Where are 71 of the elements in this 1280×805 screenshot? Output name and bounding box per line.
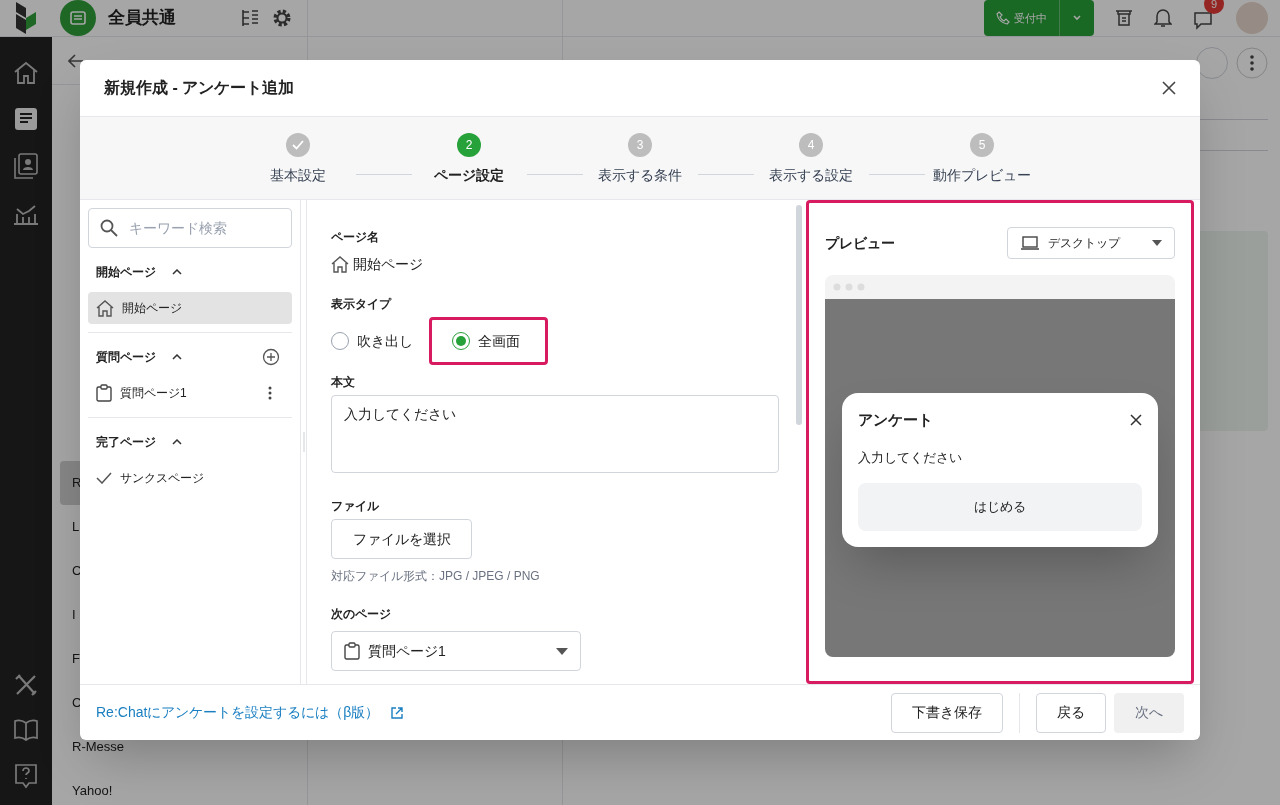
step-number: 5: [970, 133, 994, 157]
step-number: 3: [628, 133, 652, 157]
tree-icon[interactable]: [240, 8, 260, 28]
start-button[interactable]: はじめる: [858, 483, 1142, 531]
next-page-select[interactable]: 質問ページ1: [331, 631, 581, 671]
step-label: 表示する条件: [598, 166, 682, 185]
dropdown-icon: [1152, 240, 1162, 246]
field-label: 本文: [331, 374, 356, 391]
workspace-icon[interactable]: [60, 0, 96, 36]
search-field[interactable]: キーワード検索: [88, 208, 292, 248]
bell-icon[interactable]: [1154, 8, 1172, 28]
footer-button[interactable]: 下書き保存: [891, 692, 1003, 733]
close-icon[interactable]: [1162, 81, 1176, 95]
section-title: 開始ページ: [96, 264, 156, 281]
field-label: ページ名: [331, 229, 380, 246]
popup-message: 入力してください: [858, 448, 963, 467]
chevron-down-icon[interactable]: [1072, 13, 1082, 23]
chevron-up-icon[interactable]: [172, 354, 182, 360]
section-title: 質問ページ: [96, 349, 156, 366]
home-icon: [331, 256, 349, 273]
file-select-button[interactable]: ファイルを選択: [331, 519, 472, 559]
dialog-title: 新規作成 - アンケート追加: [104, 78, 295, 98]
step-label: 表示する設定: [769, 166, 853, 185]
step-label: ページ設定: [434, 166, 504, 185]
page-name: 開始ページ: [353, 255, 423, 274]
field-label: ファイル: [331, 498, 380, 515]
clipboard-icon: [344, 642, 360, 660]
step-label: 基本設定: [270, 166, 326, 185]
home-icon: [96, 299, 114, 317]
notification-badge: 9: [1204, 0, 1224, 14]
chat-list-icon[interactable]: [14, 107, 38, 131]
help-icon[interactable]: [14, 763, 38, 789]
desk-icon[interactable]: [1114, 8, 1134, 28]
back-arrow-icon[interactable]: [68, 53, 84, 68]
help-link[interactable]: Re:Chatにアンケートを設定するには（β版）: [96, 702, 380, 723]
search-icon: [100, 219, 118, 237]
field-label: 表示タイプ: [331, 296, 393, 313]
radio-option[interactable]: 全画面: [429, 317, 548, 365]
step-number: 2: [457, 133, 481, 157]
external-link-icon[interactable]: [391, 706, 404, 719]
laptop-icon: [1020, 235, 1040, 251]
step-label: 動作プレビュー: [933, 166, 1031, 185]
add-icon[interactable]: [262, 348, 280, 366]
book-icon[interactable]: [13, 719, 39, 741]
clipboard-icon: [96, 384, 112, 402]
preview-title: プレビュー: [825, 233, 895, 253]
check-icon: [96, 472, 112, 484]
chevron-up-icon[interactable]: [172, 439, 182, 445]
phone-icon: [996, 11, 1010, 25]
more-icon[interactable]: [268, 386, 272, 400]
field-label: 次のページ: [331, 606, 392, 623]
dropdown-icon: [556, 647, 568, 655]
app-logo-icon[interactable]: [14, 0, 38, 36]
chat-icon[interactable]: [1192, 10, 1214, 30]
home-icon[interactable]: [13, 61, 39, 85]
chevron-up-icon[interactable]: [172, 269, 182, 275]
section-title: 完了ページ: [96, 434, 156, 451]
radio-option[interactable]: 吹き出し: [331, 317, 421, 365]
workspace-name: 全員共通: [108, 7, 177, 30]
file-format-hint: 対応ファイル形式：JPG / JPEG / PNG: [331, 568, 541, 585]
page-item[interactable]: サンクスページ: [116, 469, 284, 487]
popup-title: アンケート: [858, 410, 933, 430]
footer-button[interactable]: 戻る: [1036, 692, 1106, 733]
step-number: 4: [799, 133, 823, 157]
scrollbar[interactable]: [796, 205, 802, 425]
device-select[interactable]: デスクトップ: [1007, 227, 1175, 259]
body-textarea[interactable]: 入力してください: [331, 395, 779, 473]
contacts-icon[interactable]: [14, 153, 38, 179]
settings-icon[interactable]: [272, 8, 292, 28]
close-icon[interactable]: [1130, 414, 1142, 427]
page-item[interactable]: 質問ページ1: [116, 384, 264, 402]
